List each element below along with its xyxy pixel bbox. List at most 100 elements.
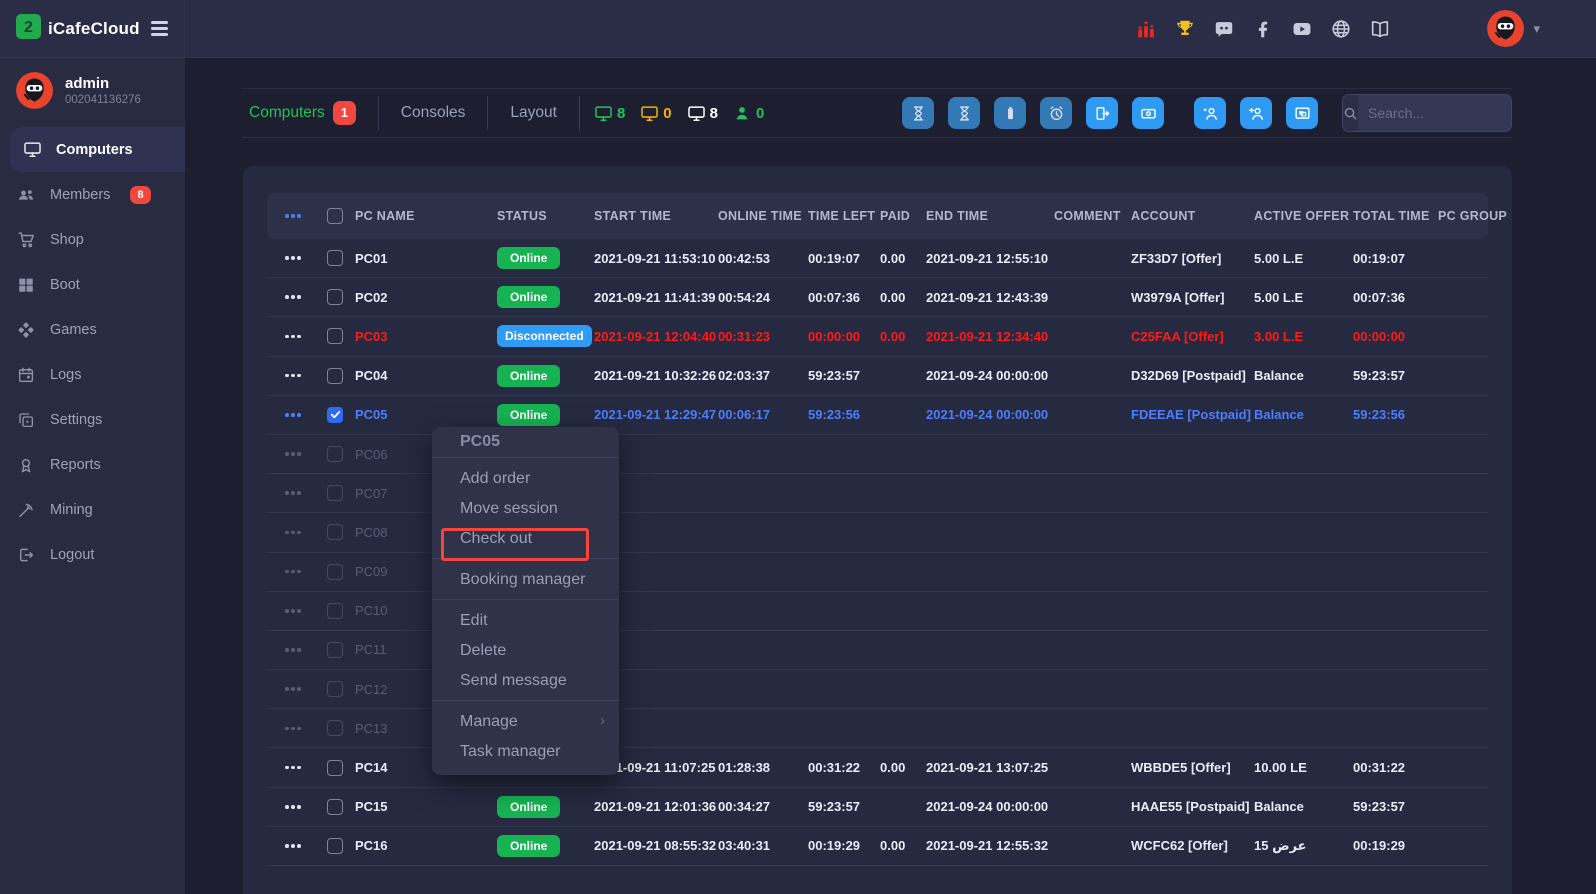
menu-item-edit[interactable]: Edit — [432, 605, 619, 635]
checkout-session-button[interactable] — [1086, 97, 1118, 129]
sidebar-item-members[interactable]: Members8 — [0, 172, 185, 217]
menu-item-add-order[interactable]: Add order — [432, 463, 619, 493]
table-row-pc01[interactable]: PC01Online2021-09-21 11:53:1000:42:5300:… — [267, 239, 1488, 278]
menu-item-delete[interactable]: Delete — [432, 635, 619, 665]
row-menu-dots-icon[interactable] — [267, 727, 317, 731]
row-checkbox[interactable] — [327, 328, 343, 344]
sidebar-item-label: Settings — [50, 412, 102, 428]
hourglass-end-button[interactable] — [948, 97, 980, 129]
battery-button[interactable] — [994, 97, 1026, 129]
menu-item-move-session[interactable]: Move session — [432, 493, 619, 523]
table-row-pc15[interactable]: PC15Online2021-09-21 12:01:3600:34:2759:… — [267, 788, 1488, 827]
row-checkbox[interactable] — [327, 485, 343, 501]
add-member-button[interactable] — [1240, 97, 1272, 129]
sidebar-item-label: Members — [50, 187, 110, 203]
row-checkbox[interactable] — [327, 838, 343, 854]
row-menu-dots-icon[interactable] — [267, 805, 317, 809]
sidebar-item-boot[interactable]: Boot — [0, 262, 185, 307]
sidebar-item-settings[interactable]: Settings — [0, 397, 185, 442]
table-row-pc03[interactable]: PC03Disconnected2021-09-21 12:04:4000:31… — [267, 317, 1488, 356]
alarm-button[interactable] — [1040, 97, 1072, 129]
manual-icon[interactable] — [1369, 18, 1391, 40]
add-member-offer-button[interactable] — [1194, 97, 1226, 129]
counter-pcs-2: 8 — [687, 104, 718, 123]
row-checkbox[interactable] — [327, 407, 343, 423]
hourglass-start-button[interactable] — [902, 97, 934, 129]
row-menu-dots-icon[interactable] — [267, 609, 317, 613]
row-checkbox[interactable] — [327, 368, 343, 384]
row-checkbox[interactable] — [327, 760, 343, 776]
row-checkbox[interactable] — [327, 603, 343, 619]
row-checkbox[interactable] — [327, 524, 343, 540]
sidebar-item-computers[interactable]: Computers — [10, 127, 185, 172]
row-menu-dots-icon[interactable] — [267, 335, 317, 339]
ranking-icon[interactable] — [1135, 18, 1157, 40]
youtube-icon[interactable] — [1291, 18, 1313, 40]
sidebar-item-mining[interactable]: Mining — [0, 487, 185, 532]
row-menu-dots-icon[interactable] — [267, 413, 317, 417]
row-checkbox[interactable] — [327, 681, 343, 697]
table-row-pc16[interactable]: PC16Online2021-09-21 08:55:3203:40:3100:… — [267, 827, 1488, 866]
sidebar-item-games[interactable]: Games — [0, 307, 185, 352]
row-menu-dots-icon[interactable] — [267, 687, 317, 691]
offer-cell: Balance — [1244, 368, 1343, 383]
person-icon — [733, 104, 752, 123]
row-checkbox[interactable] — [327, 446, 343, 462]
row-menu-dots-icon[interactable] — [267, 491, 317, 495]
total-cell: 59:23:57 — [1343, 368, 1428, 383]
globe-icon[interactable] — [1330, 18, 1352, 40]
menu-item-booking-manager[interactable]: Booking manager — [432, 564, 619, 594]
table-row-pc04[interactable]: PC04Online2021-09-21 10:32:2602:03:3759:… — [267, 357, 1488, 396]
row-checkbox[interactable] — [327, 289, 343, 305]
menu-item-task-manager[interactable]: Task manager — [432, 736, 619, 766]
row-menu-dots-icon[interactable] — [267, 374, 317, 378]
menu-item-check-out[interactable]: Check out — [432, 523, 619, 553]
discord-icon[interactable] — [1213, 18, 1235, 40]
games-icon — [16, 320, 36, 340]
sidebar-item-reports[interactable]: Reports — [0, 442, 185, 487]
row-menu-dots-icon[interactable] — [267, 452, 317, 456]
user-card[interactable]: admin 002041136276 — [0, 57, 185, 119]
row-menu-dots-icon[interactable] — [267, 295, 317, 299]
logo-text: iCafeCloud — [48, 19, 140, 39]
row-menu-dots-icon[interactable] — [267, 214, 317, 218]
row-checkbox[interactable] — [327, 720, 343, 736]
row-menu-dots-icon[interactable] — [267, 531, 317, 535]
left-cell: 00:31:22 — [798, 760, 870, 775]
row-menu-dots-icon[interactable] — [267, 766, 317, 770]
user-star-icon — [1202, 105, 1219, 122]
menu-toggle-icon[interactable] — [151, 21, 168, 35]
row-menu-dots-icon[interactable] — [267, 844, 317, 848]
app-logo[interactable]: 2 iCafeCloud — [16, 14, 140, 44]
row-checkbox[interactable] — [327, 799, 343, 815]
status-badge: Online — [497, 835, 560, 857]
sidebar-item-shop[interactable]: Shop — [0, 217, 185, 262]
sidebar-item-logs[interactable]: Logs — [0, 352, 185, 397]
trophy-icon[interactable] — [1174, 18, 1196, 40]
row-menu-dots-icon[interactable] — [267, 648, 317, 652]
cart-icon — [16, 230, 36, 250]
row-checkbox[interactable] — [327, 564, 343, 580]
cash-button[interactable] — [1132, 97, 1164, 129]
facebook-icon[interactable] — [1252, 18, 1274, 40]
search-input[interactable] — [1358, 95, 1512, 131]
sidebar-item-logout[interactable]: Logout — [0, 532, 185, 577]
menu-item-manage[interactable]: Manage› — [432, 706, 619, 736]
screenshot-button[interactable] — [1286, 97, 1318, 129]
tab-computers[interactable]: Computers1 — [243, 101, 378, 125]
menu-item-send-message[interactable]: Send message — [432, 665, 619, 695]
row-checkbox[interactable] — [327, 250, 343, 266]
sidebar-item-label: Mining — [50, 502, 93, 518]
menu-item-label: Delete — [460, 642, 506, 659]
tab-layout[interactable]: Layout — [488, 104, 579, 122]
offer-cell: 10.00 LE — [1244, 760, 1343, 775]
row-menu-dots-icon[interactable] — [267, 570, 317, 574]
pc-name: PC12 — [355, 682, 388, 697]
hourglass-icon — [910, 105, 927, 122]
select-all-checkbox[interactable] — [327, 208, 343, 224]
row-checkbox[interactable] — [327, 642, 343, 658]
tab-consoles[interactable]: Consoles — [379, 104, 488, 122]
table-row-pc02[interactable]: PC02Online2021-09-21 11:41:3900:54:2400:… — [267, 278, 1488, 317]
row-menu-dots-icon[interactable] — [267, 256, 317, 260]
account-menu[interactable]: ▾ — [1487, 10, 1540, 47]
